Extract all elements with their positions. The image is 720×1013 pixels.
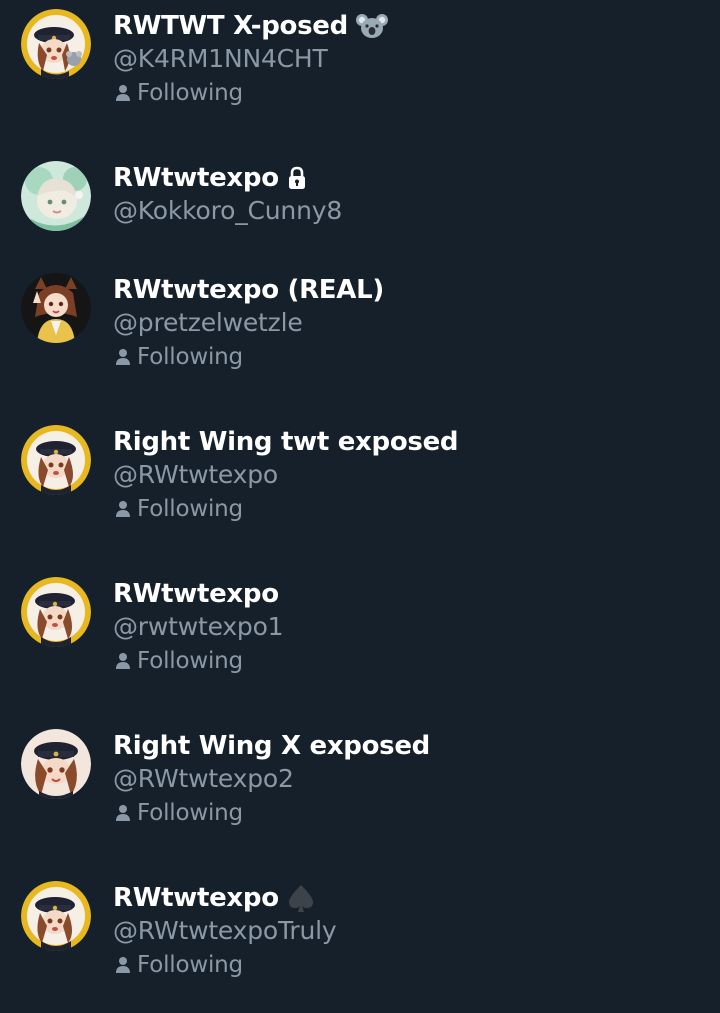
koala-emoji-icon (355, 11, 388, 41)
following-status: Following (115, 950, 243, 980)
display-name[interactable]: RWTWT X-posed (113, 11, 348, 41)
avatar[interactable] (21, 9, 91, 79)
avatar-image (21, 161, 91, 231)
person-icon (116, 957, 130, 973)
avatar[interactable] (21, 577, 91, 647)
display-name[interactable]: RWtwtexpo (113, 883, 279, 913)
lock-icon (287, 166, 307, 190)
display-name[interactable]: RWtwtexpo (113, 163, 279, 193)
avatar-image (21, 881, 91, 951)
display-name-line: RWTWT X-posed (113, 9, 388, 43)
username: @K4RM1NN4CHT (113, 44, 328, 73)
account-row-rwtwtexpo1[interactable]: RWtwtexpo @rwtwtexpo1 Following (0, 568, 720, 708)
account-row-rwtwtexpo[interactable]: Right Wing twt exposed @RWtwtexpo Follow… (0, 416, 720, 556)
account-row-pretzelwetzle[interactable]: RWtwtexpo (REAL) @pretzelwetzle Followin… (0, 264, 720, 404)
display-name[interactable]: Right Wing twt exposed (113, 427, 459, 457)
display-name-line: Right Wing X exposed (113, 729, 430, 763)
following-status: Following (115, 646, 243, 676)
display-name-line: Right Wing twt exposed (113, 425, 459, 459)
spade-icon (287, 883, 315, 913)
display-name-line: RWtwtexpo (113, 881, 315, 915)
display-name-line: RWtwtexpo (113, 577, 279, 611)
avatar-image (21, 9, 91, 79)
username: @pretzelwetzle (113, 308, 303, 337)
username: @rwtwtexpo1 (113, 612, 284, 641)
following-label: Following (137, 648, 243, 674)
following-label: Following (137, 80, 243, 106)
display-name-line: RWtwtexpo (113, 161, 307, 195)
account-row-k4rm1nn4cht[interactable]: RWTWT X-posed @K4RM1NN4CHT Following (0, 0, 720, 140)
avatar[interactable] (21, 729, 91, 799)
avatar-image (21, 273, 91, 343)
following-status: Following (115, 78, 243, 108)
following-label: Following (137, 952, 243, 978)
account-row-rwtwtexpotruly[interactable]: RWtwtexpo @RWtwtexpoTruly Following (0, 872, 720, 1012)
avatar-image (21, 729, 91, 799)
display-name-line: RWtwtexpo (REAL) (113, 273, 384, 307)
following-label: Following (137, 496, 243, 522)
person-icon (116, 653, 130, 669)
following-label: Following (137, 344, 243, 370)
following-status: Following (115, 494, 243, 524)
following-status: Following (115, 798, 243, 828)
avatar-image (21, 577, 91, 647)
avatar-image (21, 425, 91, 495)
username: @Kokkoro_Cunny8 (113, 196, 343, 225)
account-row-rwtwtexpo2[interactable]: Right Wing X exposed @RWtwtexpo2 Followi… (0, 720, 720, 860)
avatar[interactable] (21, 161, 91, 231)
display-name[interactable]: Right Wing X exposed (113, 731, 430, 761)
person-icon (116, 501, 130, 517)
display-name[interactable]: RWtwtexpo (REAL) (113, 275, 384, 305)
username: @RWtwtexpoTruly (113, 916, 337, 945)
person-icon (116, 85, 130, 101)
following-label: Following (137, 800, 243, 826)
display-name[interactable]: RWtwtexpo (113, 579, 279, 609)
avatar[interactable] (21, 273, 91, 343)
avatar[interactable] (21, 425, 91, 495)
person-icon (116, 349, 130, 365)
username: @RWtwtexpo2 (113, 764, 294, 793)
person-icon (116, 805, 130, 821)
username: @RWtwtexpo (113, 460, 279, 489)
avatar[interactable] (21, 881, 91, 951)
following-status: Following (115, 342, 243, 372)
